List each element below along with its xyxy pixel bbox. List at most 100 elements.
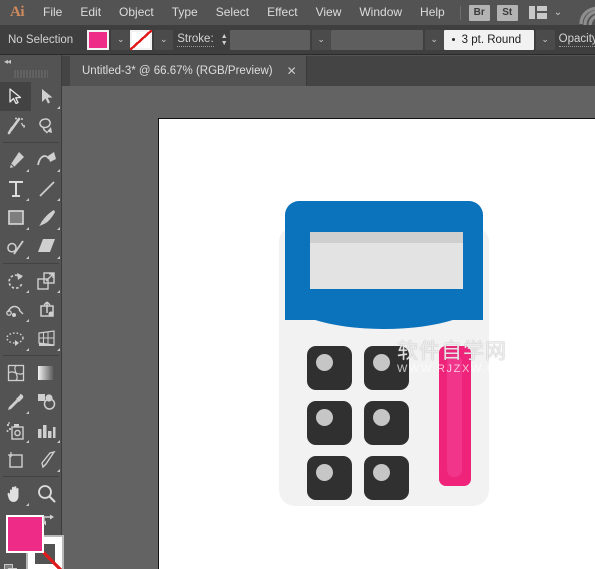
eyedropper-tool[interactable] xyxy=(0,387,31,416)
stroke-weight-stepper[interactable]: ▲ ▼ xyxy=(219,30,230,50)
calc-key-1[interactable] xyxy=(307,346,352,390)
type-tool[interactable] xyxy=(0,174,31,203)
stroke-weight-label[interactable]: Stroke: xyxy=(177,32,214,47)
tool-group-selection xyxy=(0,82,62,140)
stroke-weight-dropdown[interactable]: ⌄ xyxy=(311,29,331,50)
key-led-icon xyxy=(316,409,333,426)
swap-fill-stroke-icon[interactable] xyxy=(42,513,56,527)
flyout-indicator-icon xyxy=(56,197,60,201)
opacity-label[interactable]: Opacity: xyxy=(558,32,595,47)
calc-key-4[interactable] xyxy=(364,401,409,445)
menu-item-view[interactable]: View xyxy=(307,0,351,25)
paintbrush-tool[interactable] xyxy=(31,203,62,232)
scale-tool[interactable] xyxy=(31,266,62,295)
menu-bar: Ai File Edit Object Type Select Effect V… xyxy=(0,0,595,25)
menu-item-window[interactable]: Window xyxy=(350,0,411,25)
creative-cloud-icon[interactable] xyxy=(559,0,595,25)
menu-item-edit[interactable]: Edit xyxy=(71,0,110,25)
tools-panel-grip[interactable] xyxy=(13,68,48,80)
calculator-illustration[interactable]: 软件自学网 WWW.RJZXW.COM xyxy=(279,201,516,506)
magic-wand-tool[interactable] xyxy=(0,111,31,140)
stroke-color-dropdown[interactable]: ⌄ xyxy=(154,29,174,50)
artboard[interactable]: 软件自学网 WWW.RJZXW.COM xyxy=(158,118,595,569)
calculator-screen xyxy=(310,232,463,289)
lasso-tool[interactable] xyxy=(31,111,62,140)
brush-preview-dot xyxy=(451,38,455,41)
control-bar: No Selection ⌄ ⌄ Stroke: ▲ ▼ ⌄ ⌄ 3 pt. Ro… xyxy=(0,25,595,55)
calc-accent-bar[interactable] xyxy=(439,346,471,486)
fill-color-swatch[interactable] xyxy=(87,29,110,50)
brush-definition-dropdown[interactable]: ⌄ xyxy=(535,29,555,50)
stroke-color-swatch[interactable] xyxy=(130,29,153,50)
flyout-indicator-icon xyxy=(56,289,60,293)
tool-group-drawing xyxy=(0,145,62,261)
free-transform-tool[interactable] xyxy=(31,295,62,324)
flyout-indicator-icon xyxy=(25,197,29,201)
blend-tool[interactable] xyxy=(31,387,62,416)
flyout-indicator-icon xyxy=(56,226,60,230)
menu-item-file[interactable]: File xyxy=(34,0,71,25)
mesh-tool[interactable] xyxy=(0,358,31,387)
line-segment-tool[interactable] xyxy=(31,174,62,203)
stock-launch-button[interactable]: St xyxy=(496,4,518,21)
shape-builder-tool[interactable] xyxy=(0,324,31,353)
perspective-grid-tool[interactable] xyxy=(31,324,62,353)
key-led-icon xyxy=(373,354,390,371)
flyout-indicator-icon xyxy=(56,168,60,172)
menu-item-type[interactable]: Type xyxy=(163,0,207,25)
brush-definition-value: 3 pt. Round xyxy=(461,33,522,46)
hand-tool[interactable] xyxy=(0,479,31,508)
slice-tool[interactable] xyxy=(31,445,62,474)
calc-key-3[interactable] xyxy=(307,401,352,445)
variable-width-profile-dropdown[interactable]: ⌄ xyxy=(424,29,444,50)
symbol-sprayer-tool[interactable] xyxy=(0,416,31,445)
brush-definition-field[interactable]: 3 pt. Round xyxy=(443,29,534,50)
artboard-tool[interactable] xyxy=(0,445,31,474)
flyout-indicator-icon xyxy=(56,468,60,472)
pen-tool[interactable] xyxy=(0,145,31,174)
key-led-icon xyxy=(316,354,333,371)
calc-key-5[interactable] xyxy=(307,456,352,500)
fill-color-dropdown[interactable]: ⌄ xyxy=(111,29,131,50)
direct-selection-tool[interactable] xyxy=(31,82,62,111)
flyout-indicator-icon xyxy=(25,226,29,230)
column-graph-tool[interactable] xyxy=(31,416,62,445)
toolbar-fill-swatch[interactable] xyxy=(6,515,44,553)
width-tool[interactable] xyxy=(0,295,31,324)
canvas-area[interactable]: 软件自学网 WWW.RJZXW.COM xyxy=(62,86,595,569)
curvature-tool[interactable] xyxy=(31,145,62,174)
flyout-indicator-icon xyxy=(25,168,29,172)
stroke-weight-input[interactable] xyxy=(229,29,310,50)
flyout-indicator-icon xyxy=(56,255,60,259)
rotate-tool[interactable] xyxy=(0,266,31,295)
menu-item-effect[interactable]: Effect xyxy=(258,0,306,25)
flyout-indicator-icon xyxy=(25,439,29,443)
rectangle-tool[interactable] xyxy=(0,203,31,232)
document-tab[interactable]: Untitled-3* @ 66.67% (RGB/Preview) ✕ xyxy=(70,56,307,86)
menu-item-select[interactable]: Select xyxy=(207,0,258,25)
close-icon[interactable]: ✕ xyxy=(287,65,297,77)
collapse-panel-button[interactable]: ◂◂ xyxy=(0,55,61,68)
gradient-tool[interactable] xyxy=(31,358,62,387)
tool-divider xyxy=(2,476,59,477)
arrange-documents-icon[interactable] xyxy=(528,6,547,19)
tool-divider xyxy=(2,263,59,264)
flyout-indicator-icon xyxy=(25,255,29,259)
menu-item-object[interactable]: Object xyxy=(110,0,163,25)
document-tab-title: Untitled-3* @ 66.67% (RGB/Preview) xyxy=(82,65,273,77)
calc-key-6[interactable] xyxy=(364,456,409,500)
flyout-indicator-icon xyxy=(25,410,29,414)
eraser-tool[interactable] xyxy=(31,232,62,261)
flyout-indicator-icon xyxy=(56,347,60,351)
calc-key-2[interactable] xyxy=(364,346,409,390)
variable-width-profile-input[interactable] xyxy=(330,29,423,50)
tool-group-color xyxy=(0,358,62,474)
bridge-launch-button[interactable]: Br xyxy=(468,4,490,21)
zoom-tool[interactable] xyxy=(31,479,62,508)
menu-item-help[interactable]: Help xyxy=(411,0,454,25)
default-fill-stroke-icon[interactable] xyxy=(4,564,18,569)
flyout-indicator-icon xyxy=(25,502,29,506)
selection-tool[interactable] xyxy=(0,82,31,111)
shaper-pencil-tool[interactable] xyxy=(0,232,31,261)
app-logo: Ai xyxy=(10,4,25,20)
